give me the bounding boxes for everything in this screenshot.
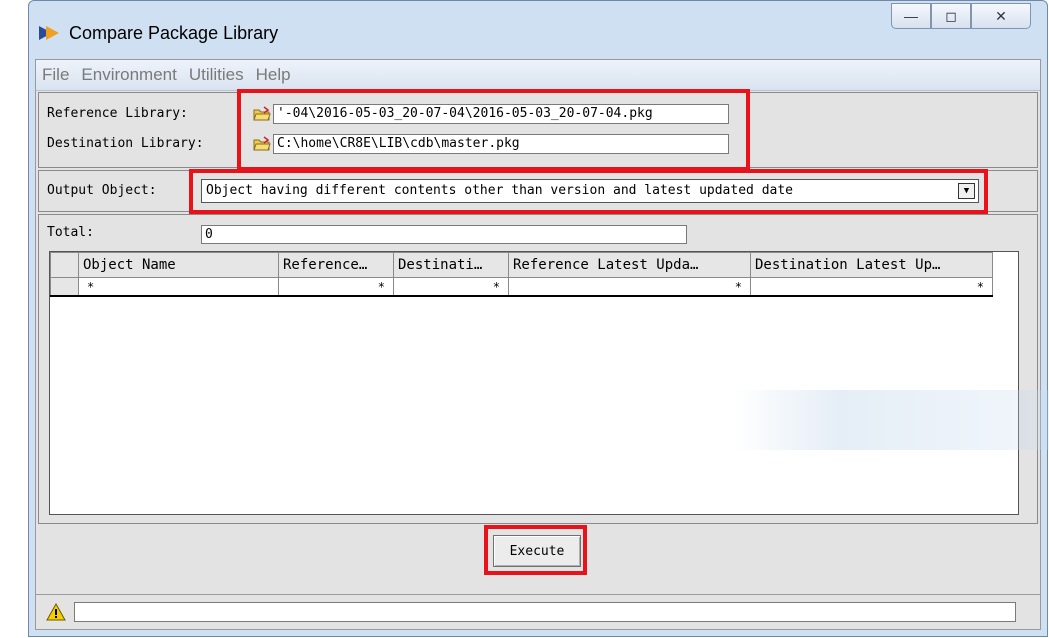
open-folder-icon[interactable]: [253, 106, 271, 122]
chevron-down-icon: ▼: [963, 186, 970, 196]
maximize-button[interactable]: ◻: [931, 3, 971, 29]
table-cell[interactable]: *: [508, 277, 751, 297]
output-object-selected: Object having different contents other t…: [206, 183, 793, 198]
close-icon: ✕: [995, 7, 1007, 24]
open-folder-icon[interactable]: [253, 136, 271, 152]
warning-icon: [46, 603, 66, 621]
results-table: Object Name Reference… Destinati… Refere…: [50, 252, 993, 297]
column-header-destination-latest-updated[interactable]: Destination Latest Up…: [750, 252, 993, 278]
menu-file[interactable]: File: [42, 65, 69, 85]
library-panel: Reference Library: '-04\2016-05-03_20-07…: [38, 89, 1038, 171]
menu-utilities[interactable]: Utilities: [189, 65, 244, 85]
menu-help[interactable]: Help: [256, 65, 291, 85]
column-header-destination[interactable]: Destinati…: [393, 252, 509, 278]
highlight-box: [237, 89, 750, 171]
minimize-button[interactable]: —: [891, 3, 931, 29]
maximize-icon: ◻: [945, 7, 957, 24]
reference-library-label: Reference Library:: [47, 106, 188, 121]
reference-library-field[interactable]: '-04\2016-05-03_20-07-04\2016-05-03_20-0…: [273, 104, 729, 124]
title-bar[interactable]: Compare Package Library — ◻ ✕: [29, 1, 1047, 59]
row-header-corner: [50, 252, 79, 278]
close-button[interactable]: ✕: [971, 3, 1031, 29]
output-object-panel: Output Object: Object having different c…: [38, 169, 1038, 214]
column-header-reference-latest-updated[interactable]: Reference Latest Upda…: [508, 252, 751, 278]
row-header-cell: [50, 277, 79, 297]
total-label: Total:: [47, 225, 94, 240]
table-cell[interactable]: *: [750, 277, 993, 297]
window-title: Compare Package Library: [69, 23, 279, 43]
client-area: File Environment Utilities Help Referenc…: [35, 59, 1041, 630]
table-row[interactable]: * * * * *: [50, 277, 993, 297]
results-panel: Total: 0 Object Name Reference… Destinat…: [38, 214, 1038, 524]
execute-button[interactable]: Execute: [493, 535, 581, 567]
results-grid[interactable]: Object Name Reference… Destinati… Refere…: [49, 251, 1019, 515]
table-cell[interactable]: *: [278, 277, 394, 297]
status-message-field: [74, 602, 1016, 622]
total-field: 0: [201, 225, 687, 244]
menu-environment[interactable]: Environment: [81, 65, 176, 85]
table-header-row: Object Name Reference… Destinati… Refere…: [50, 252, 993, 278]
dropdown-button[interactable]: ▼: [958, 183, 975, 199]
table-cell[interactable]: *: [78, 277, 279, 297]
status-bar: [36, 594, 1040, 629]
column-header-object-name[interactable]: Object Name: [78, 252, 279, 278]
menu-bar: File Environment Utilities Help: [36, 60, 1040, 91]
column-header-reference[interactable]: Reference…: [278, 252, 394, 278]
table-cell[interactable]: *: [393, 277, 509, 297]
app-icon: [39, 26, 59, 40]
destination-library-label: Destination Library:: [47, 136, 204, 151]
output-object-label: Output Object:: [47, 183, 157, 198]
compare-package-library-window: Compare Package Library — ◻ ✕ File Envir…: [28, 0, 1048, 637]
minimize-icon: —: [904, 8, 918, 24]
output-object-select[interactable]: Object having different contents other t…: [201, 179, 979, 203]
destination-library-field[interactable]: C:\home\CR8E\LIB\cdb\master.pkg: [273, 134, 729, 154]
window-controls: — ◻ ✕: [891, 3, 1031, 29]
